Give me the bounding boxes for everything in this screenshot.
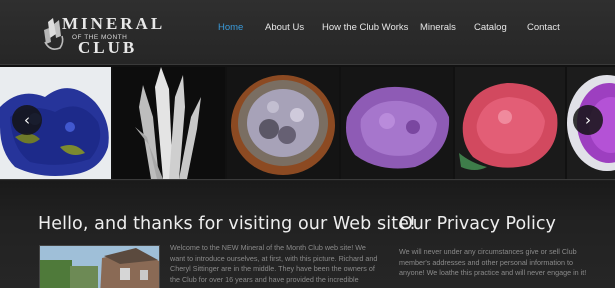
main-nav: Home About Us How the Club Works Mineral…: [0, 22, 615, 36]
slider-prev-button[interactable]: ‹: [12, 105, 42, 135]
chevron-right-icon: ›: [585, 111, 591, 129]
site-header: MINERAL OF THE MONTH CLUB Home About Us …: [0, 0, 615, 64]
owners-photo: [39, 245, 160, 288]
nav-item-about-us[interactable]: About Us: [265, 22, 304, 33]
slide-grape-agate-image: [341, 67, 453, 179]
nav-item-how-the-club-works[interactable]: How the Club Works: [322, 22, 408, 33]
slide-rhodochrosite-image: [455, 67, 565, 179]
welcome-body: Welcome to the NEW Mineral of the Month …: [170, 243, 378, 284]
slide-geode-image: [227, 67, 339, 179]
nav-item-catalog[interactable]: Catalog: [474, 22, 507, 33]
main-content: Hello, and thanks for visiting our Web s…: [0, 181, 615, 288]
mineral-slider: ‹ ›: [0, 64, 615, 180]
privacy-heading: Our Privacy Policy: [399, 214, 556, 234]
nav-item-minerals[interactable]: Minerals: [420, 22, 456, 33]
nav-item-contact[interactable]: Contact: [527, 22, 560, 33]
privacy-body: We will never under any circumstances gi…: [399, 247, 587, 277]
slide-quartz-image: [113, 67, 225, 179]
slider-next-button[interactable]: ›: [573, 105, 603, 135]
nav-item-home[interactable]: Home: [218, 22, 243, 33]
chevron-left-icon: ‹: [24, 111, 30, 129]
logo-word-club: CLUB: [78, 38, 138, 57]
welcome-heading: Hello, and thanks for visiting our Web s…: [38, 214, 417, 234]
